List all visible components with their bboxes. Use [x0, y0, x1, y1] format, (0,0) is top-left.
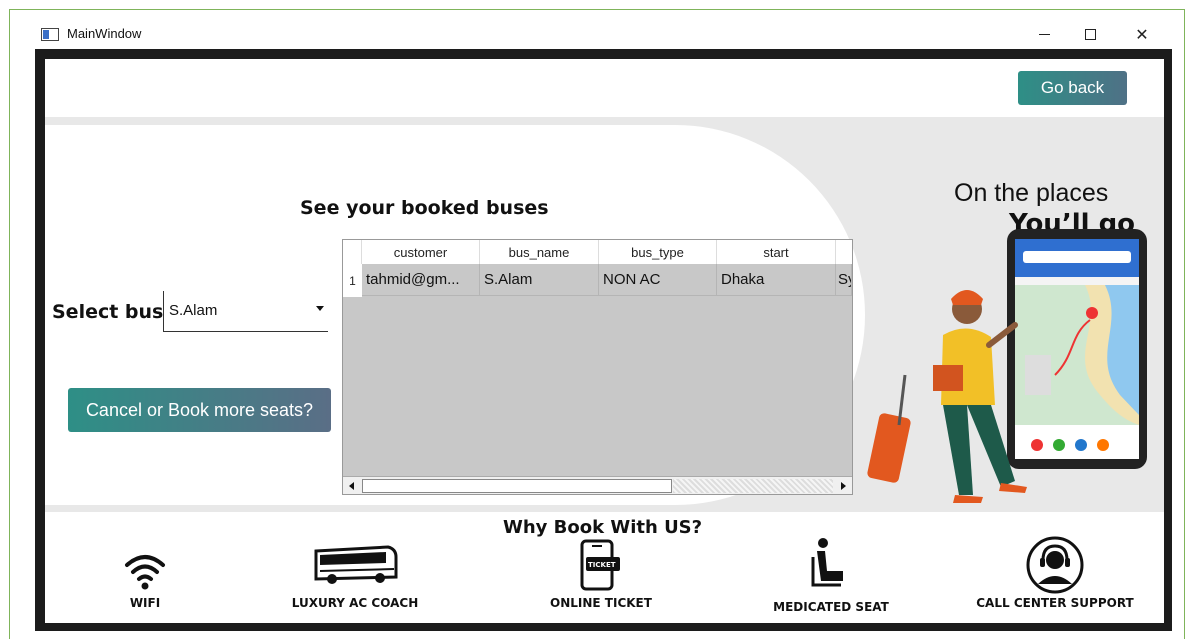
feature-label: ONLINE TICKET: [550, 596, 652, 610]
window-title: MainWindow: [67, 26, 142, 41]
content-area: Go back See your booked buses Select bus…: [45, 59, 1164, 623]
feature-label: WIFI: [129, 596, 161, 610]
column-header-bus-type[interactable]: bus_type: [599, 240, 717, 264]
horizontal-scrollbar[interactable]: [343, 476, 852, 494]
headset-icon: [973, 534, 1137, 596]
close-icon: ✕: [1135, 25, 1149, 44]
feature-wifi: WIFI: [105, 534, 185, 610]
feature-label: MEDICATED SEAT: [773, 600, 889, 614]
title-bar: MainWindow ✕: [27, 20, 1179, 49]
table-cell[interactable]: Sy: [836, 264, 852, 296]
bus-select-value: S.Alam: [169, 302, 218, 319]
scroll-right-icon[interactable]: [835, 478, 852, 494]
hero-section: See your booked buses Select bus S.Alam …: [45, 117, 1164, 512]
scrollbar-thumb[interactable]: [362, 479, 672, 493]
maximize-button[interactable]: [1067, 20, 1113, 49]
table-header: customer bus_name bus_type start: [343, 240, 852, 264]
scrollbar-track[interactable]: [673, 479, 833, 493]
seat-icon: [769, 534, 893, 596]
table-cell[interactable]: NON AC: [599, 264, 717, 296]
table-row[interactable]: 1 tahmid@gm... S.Alam NON AC Dhaka Sy: [343, 264, 852, 297]
chevron-down-icon: [316, 306, 324, 311]
scroll-left-icon[interactable]: [343, 478, 360, 494]
feature-luxury-coach: LUXURY AC COACH: [285, 534, 425, 610]
traveler-illustration: [867, 229, 1147, 503]
feature-call-center: CALL CENTER SUPPORT: [973, 534, 1137, 610]
ticket-phone-icon: TICKET: [541, 534, 661, 596]
table-cell[interactable]: Dhaka: [717, 264, 836, 296]
minimize-icon: [1038, 34, 1050, 35]
bus-select[interactable]: S.Alam: [163, 291, 328, 332]
cancel-or-book-button[interactable]: Cancel or Book more seats?: [68, 388, 331, 432]
main-window: Go back See your booked buses Select bus…: [35, 49, 1172, 631]
feature-label: LUXURY AC COACH: [291, 596, 419, 610]
table-corner: [343, 240, 362, 264]
table-cell[interactable]: S.Alam: [480, 264, 599, 296]
row-number: 1: [343, 264, 362, 297]
table-cell[interactable]: tahmid@gm...: [362, 264, 480, 296]
minimize-button[interactable]: [1021, 20, 1067, 49]
bus-icon: [285, 534, 425, 596]
svg-text:TICKET: TICKET: [588, 561, 616, 569]
feature-online-ticket: TICKET ONLINE TICKET: [541, 534, 661, 610]
column-header-customer[interactable]: customer: [362, 240, 480, 264]
close-button[interactable]: ✕: [1119, 20, 1165, 49]
features-section: Why Book With US? WIFI LUXURY AC COACH T…: [45, 512, 1164, 623]
top-bar: Go back: [45, 59, 1164, 117]
maximize-icon: [1084, 29, 1096, 40]
column-header-bus-name[interactable]: bus_name: [480, 240, 599, 264]
booked-buses-table[interactable]: customer bus_name bus_type start 1 tahmi…: [342, 239, 853, 495]
go-back-button[interactable]: Go back: [1018, 71, 1127, 105]
feature-label: CALL CENTER SUPPORT: [976, 596, 1134, 610]
column-header-start[interactable]: start: [717, 240, 836, 264]
promo-line-1: On the places: [954, 179, 1109, 207]
feature-medicated-seat: MEDICATED SEAT: [769, 534, 893, 614]
select-bus-label: Select bus: [52, 301, 164, 323]
booked-buses-title: See your booked buses: [300, 197, 549, 219]
wifi-icon: [105, 546, 185, 596]
app-icon: [41, 28, 59, 41]
